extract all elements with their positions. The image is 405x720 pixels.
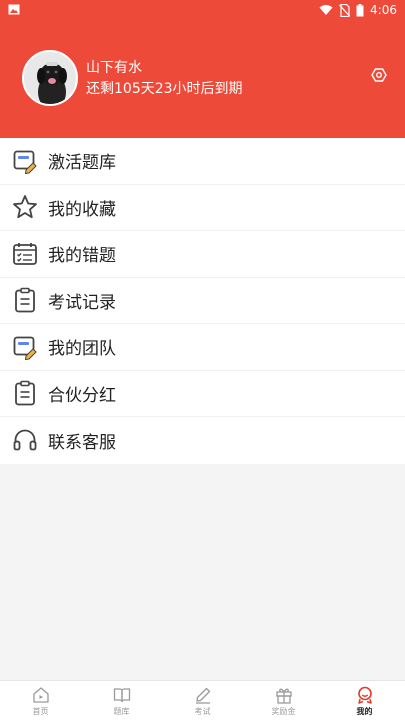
menu-item-customer-service[interactable]: 联系客服 <box>0 417 405 464</box>
menu-label: 我的团队 <box>48 339 116 360</box>
pencil-icon <box>195 687 210 704</box>
card-pen-icon <box>13 336 37 360</box>
avatar[interactable] <box>22 50 78 106</box>
tab-exam[interactable]: 考试 <box>162 681 243 720</box>
profile-header: 山下有水 还剩105天23小时后到期 <box>0 20 405 138</box>
menu-label: 合伙分红 <box>48 385 116 406</box>
status-time: 4:06 <box>370 3 397 17</box>
tab-question-bank[interactable]: 题库 <box>81 681 162 720</box>
headset-icon <box>13 429 37 451</box>
menu-item-my-team[interactable]: 我的团队 <box>0 324 405 371</box>
menu-item-favorites[interactable]: 我的收藏 <box>0 185 405 231</box>
menu-label: 我的错题 <box>48 246 116 267</box>
tab-home[interactable]: 首页 <box>0 681 81 720</box>
dog-photo <box>24 52 76 104</box>
bottom-tab-bar: 首页 题库 考试 奖励金 我的 <box>0 680 405 720</box>
menu-item-wrong-questions[interactable]: 我的错题 <box>0 231 405 278</box>
battery-icon <box>356 3 364 16</box>
tab-label: 奖励金 <box>271 707 296 716</box>
clipboard-icon <box>15 287 35 313</box>
menu-label: 我的收藏 <box>48 199 116 220</box>
user-icon <box>357 686 372 704</box>
book-icon <box>113 688 130 703</box>
tab-label: 题库 <box>113 707 130 716</box>
settings-icon[interactable] <box>371 67 387 83</box>
tab-mine[interactable]: 我的 <box>324 681 405 720</box>
tab-label: 考试 <box>194 707 211 716</box>
calendar-check-icon <box>13 242 37 265</box>
wifi-icon <box>319 5 333 15</box>
no-sim-icon <box>339 3 350 17</box>
card-pen-icon <box>13 150 37 174</box>
tab-label: 首页 <box>32 707 49 716</box>
user-name: 山下有水 <box>86 60 142 76</box>
menu-label: 联系客服 <box>48 432 116 453</box>
menu-label: 激活题库 <box>48 153 116 174</box>
image-notification-icon <box>8 4 20 15</box>
status-bar: 4:06 <box>0 0 405 20</box>
menu-label: 考试记录 <box>48 292 116 313</box>
tab-rewards[interactable]: 奖励金 <box>243 681 324 720</box>
tab-label: 我的 <box>356 707 373 716</box>
menu-item-activate-bank[interactable]: 激活题库 <box>0 138 405 185</box>
menu-item-partner-dividend[interactable]: 合伙分红 <box>0 371 405 417</box>
star-icon <box>13 195 37 219</box>
clipboard-icon <box>15 380 35 406</box>
expire-text: 还剩105天23小时后到期 <box>86 81 243 97</box>
gift-icon <box>275 688 292 704</box>
menu-list: 激活题库 我的收藏 我的错题 考试记录 我的团队 合伙分红 联系客服 <box>0 138 405 464</box>
home-play-icon <box>32 687 49 703</box>
menu-item-exam-records[interactable]: 考试记录 <box>0 278 405 324</box>
